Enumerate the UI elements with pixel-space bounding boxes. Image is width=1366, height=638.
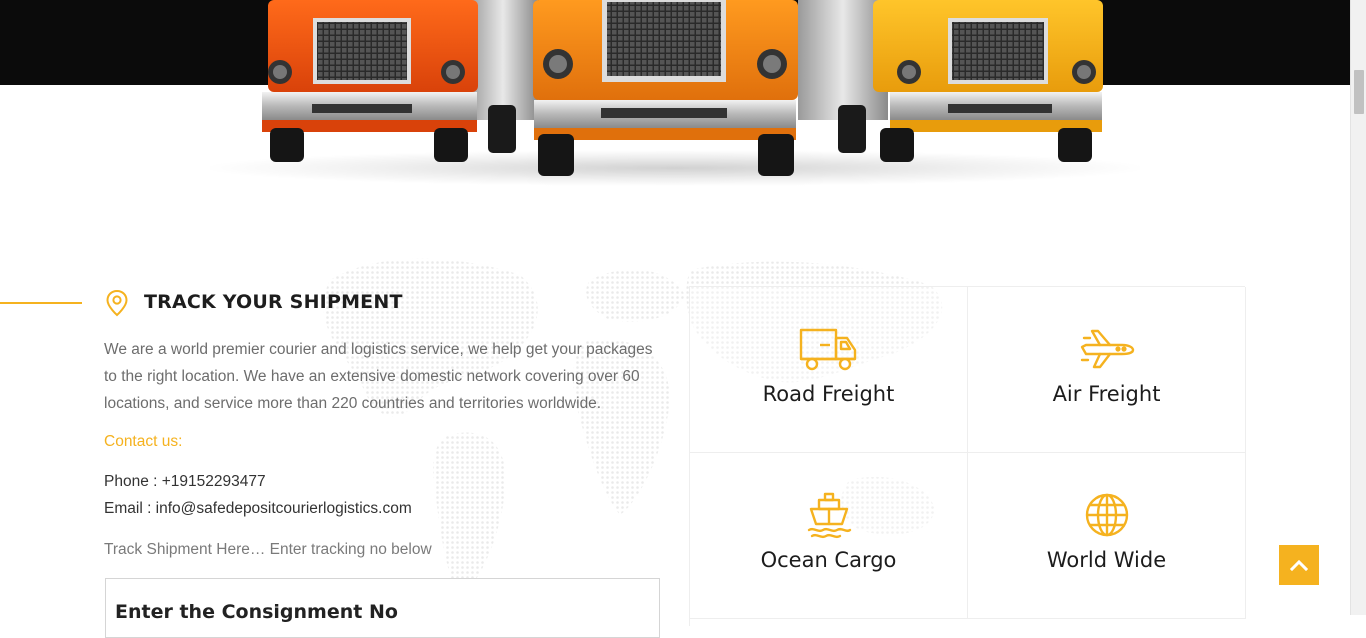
airplane-icon [1080,329,1134,369]
consignment-form-title: Enter the Consignment No [115,601,398,623]
service-label: Road Freight [762,382,895,406]
back-to-top-button[interactable] [1279,545,1319,585]
contact-phone[interactable]: Phone : +19152293477 [104,473,266,491]
service-label: World Wide [1046,548,1167,572]
service-world-wide[interactable]: World Wide [968,453,1246,619]
truck-icon [799,328,856,371]
service-label: Ocean Cargo [760,548,897,572]
page-scrollbar[interactable] [1350,0,1366,615]
services-grid: Road Freight Air Freight Ocean Cargo Wor… [689,286,1246,626]
service-ocean-cargo[interactable]: Ocean Cargo [690,453,968,619]
service-air-freight[interactable]: Air Freight [968,287,1246,453]
ship-icon [807,492,851,539]
consignment-form-box: Enter the Consignment No [105,578,660,638]
three-trucks-image [262,0,1103,176]
service-road-freight[interactable]: Road Freight [690,287,968,453]
scrollbar-thumb[interactable] [1354,70,1364,114]
contact-heading: Contact us: [104,433,183,450]
title-accent-line [0,302,82,304]
globe-icon [1085,493,1128,537]
track-hint-text: Track Shipment Here… Enter tracking no b… [104,541,432,558]
track-intro-text: We are a world premier courier and logis… [104,341,653,412]
track-shipment-title: TRACK YOUR SHIPMENT [144,291,403,313]
location-pin-icon [106,289,128,317]
chevron-up-icon [1290,559,1308,571]
contact-email[interactable]: Email : info@safedepositcourierlogistics… [104,500,412,518]
service-label: Air Freight [1052,382,1161,406]
